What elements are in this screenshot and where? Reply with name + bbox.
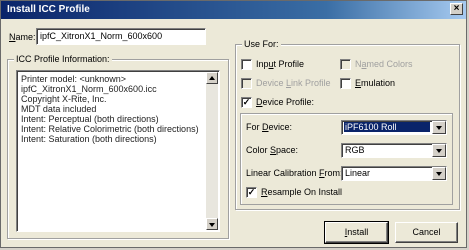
resample-checkbox[interactable]: ✓ (246, 187, 257, 198)
icc-profile-info-group: ICC Profile Information: Printer model: … (7, 54, 229, 239)
window-title: Install ICC Profile (7, 4, 90, 15)
for-device-select[interactable]: iPF6100 Roll (341, 120, 447, 135)
color-space-select[interactable]: RGB (341, 143, 447, 158)
name-input-value: ipfC_XitronX1_Norm_600x600 (40, 31, 163, 41)
icc-info-listbox[interactable]: Printer model: <unknown> ipfC_XitronX1_N… (16, 70, 220, 232)
color-space-value: RGB (345, 145, 365, 155)
for-device-value: iPF6100 Roll (344, 122, 430, 132)
device-profile-label: Device Profile: (256, 97, 315, 107)
chevron-down-icon (436, 126, 442, 130)
device-link-profile-checkbox[interactable] (241, 78, 252, 89)
device-profile-checkbox[interactable]: ✓ (241, 97, 252, 108)
arrow-up-icon (209, 76, 215, 80)
emulation-checkbox[interactable] (340, 78, 351, 89)
color-space-label: Color Space: (246, 145, 299, 155)
color-space-dropdown-button[interactable] (432, 144, 446, 157)
linear-calibration-value: Linear (345, 168, 371, 178)
checkmark-icon: ✓ (247, 187, 256, 197)
arrow-down-icon (209, 223, 215, 227)
named-colors-label: Named Colors (355, 59, 413, 69)
close-icon: × (453, 3, 460, 14)
info-line: MDT data included (21, 104, 97, 114)
input-profile-checkbox[interactable] (241, 59, 252, 70)
use-for-title: Use For: (242, 39, 281, 49)
chevron-down-icon (436, 172, 442, 176)
info-line: Copyright X-Rite, Inc. (21, 94, 107, 104)
device-profile-panel: For Device: iPF6100 Roll Color Space: RG… (240, 113, 453, 205)
cancel-button[interactable]: Cancel (395, 222, 458, 243)
close-button[interactable]: × (450, 3, 463, 15)
icc-profile-info-title: ICC Profile Information: (14, 54, 112, 64)
scroll-down-button[interactable] (206, 218, 218, 230)
linear-calibration-select[interactable]: Linear (341, 166, 447, 181)
info-line: Intent: Perceptual (both directions) (21, 114, 159, 124)
info-line: Intent: Saturation (both directions) (21, 134, 157, 144)
linear-calibration-dropdown-button[interactable] (432, 167, 446, 180)
install-button[interactable]: Install (324, 221, 389, 244)
checkmark-icon: ✓ (242, 97, 251, 107)
install-icc-profile-dialog: Install ICC Profile × Name: ipfC_XitronX… (0, 0, 467, 248)
info-scrollbar[interactable] (206, 72, 218, 230)
scroll-up-button[interactable] (206, 72, 218, 84)
info-line: Printer model: <unknown> (21, 74, 127, 84)
named-colors-checkbox[interactable] (340, 59, 351, 70)
info-line: Intent: Relative Colorimetric (both dire… (21, 124, 199, 134)
for-device-dropdown-button[interactable] (432, 121, 446, 134)
title-bar[interactable]: Install ICC Profile × (1, 1, 466, 19)
info-line: ipfC_XitronX1_Norm_600x600.icc (21, 84, 157, 94)
for-device-label: For Device: (246, 122, 293, 132)
name-input[interactable]: ipfC_XitronX1_Norm_600x600 (36, 28, 206, 45)
use-for-group: Use For: Input Profile Named Colors Devi… (235, 39, 460, 210)
input-profile-label: Input Profile (256, 59, 305, 69)
name-label: Name: (9, 32, 36, 42)
device-link-profile-label: Device Link Profile (256, 78, 331, 88)
linear-calibration-label: Linear Calibration From: (246, 168, 343, 178)
resample-label: Resample On Install (261, 187, 343, 197)
chevron-down-icon (436, 149, 442, 153)
emulation-label: Emulation (355, 78, 396, 88)
